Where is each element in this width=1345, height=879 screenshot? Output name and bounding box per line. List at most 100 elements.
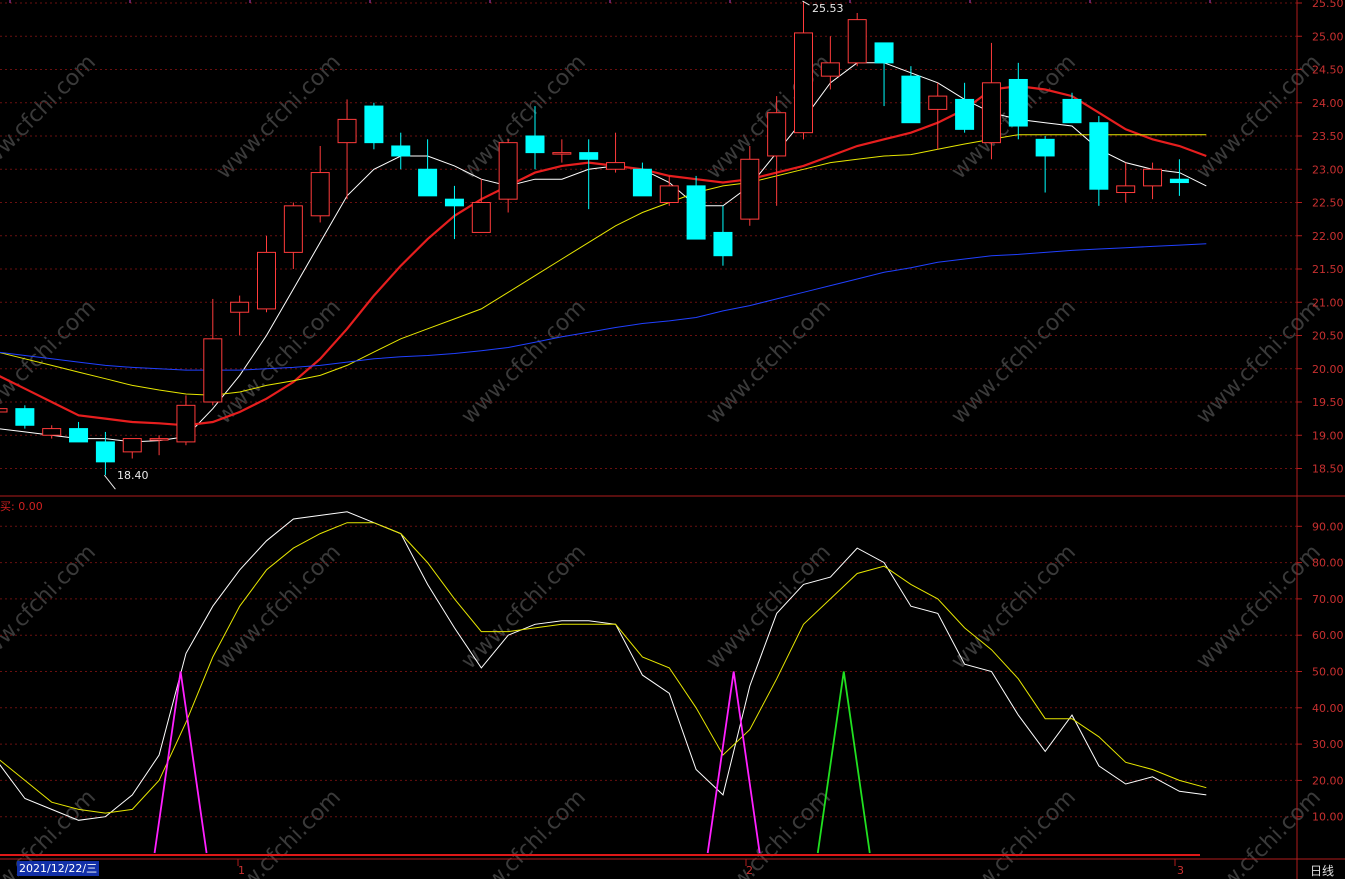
y-tick-label: 22.50 [1312, 197, 1344, 210]
y-tick-label: 19.50 [1312, 396, 1344, 409]
y-tick-label: 23.00 [1312, 163, 1344, 176]
month-label-1: 1 [238, 864, 245, 877]
candle-body [42, 428, 62, 436]
period-label[interactable]: 日线 [1310, 862, 1334, 879]
candle-body [955, 98, 975, 130]
candle-body [176, 404, 196, 443]
candle-body [820, 62, 840, 77]
low-pointer [104, 474, 116, 490]
y-tick-label: 18.50 [1312, 463, 1344, 476]
watermark-text: www.cfchi.com [1192, 50, 1326, 184]
candle-body [686, 185, 706, 240]
candle-body [1089, 122, 1109, 190]
y-tick-label: 80.00 [1312, 557, 1344, 570]
signal-spike [153, 671, 208, 854]
candle-body [767, 112, 787, 157]
candle-body [525, 135, 545, 154]
watermark-text: www.cfchi.com [212, 785, 346, 879]
candle-body [740, 158, 760, 220]
candle-body [713, 231, 733, 257]
watermark-text: www.cfchi.com [702, 295, 836, 429]
watermark-text: www.cfchi.com [457, 540, 591, 674]
ma-line-1 [0, 84, 1207, 427]
candle-body [310, 172, 330, 217]
y-tick-label: 22.00 [1312, 230, 1344, 243]
candle-body [337, 118, 357, 144]
high-annotation: 25.53 [812, 2, 844, 15]
candle-body [1008, 78, 1028, 127]
watermark-text: www.cfchi.com [702, 785, 836, 879]
indicator-line-1 [0, 522, 1207, 814]
candle-body [1035, 138, 1055, 157]
candle-body [632, 168, 652, 197]
candle-layer [0, 1, 1189, 476]
watermark-text: www.cfchi.com [0, 540, 101, 674]
y-tick-label: 21.00 [1312, 296, 1344, 309]
watermark-text: www.cfchi.com [702, 540, 836, 674]
watermark-text: www.cfchi.com [1192, 540, 1326, 674]
candle-body [418, 168, 438, 197]
chart-canvas[interactable]: www.cfchi.com www.cfchi.com www.cfchi.com w… [0, 0, 1345, 879]
candle-body [659, 185, 679, 203]
y-tick-label: 40.00 [1312, 702, 1344, 715]
candle-body [1143, 168, 1163, 187]
candle-body [874, 42, 894, 64]
candle-body [1116, 185, 1136, 194]
month-label-2: 2 [746, 864, 753, 877]
candle-body [981, 82, 1001, 144]
watermark-text: www.cfchi.com [0, 50, 101, 184]
month-markers: 1 2 3 [238, 864, 1184, 877]
y-tick-label: 10.00 [1312, 811, 1344, 824]
candle-body [847, 19, 867, 64]
candle-body [364, 105, 384, 144]
signal-spike [816, 671, 871, 854]
candle-body [95, 441, 115, 463]
chart-svg[interactable]: www.cfchi.com www.cfchi.com www.cfchi.com w… [0, 0, 1345, 879]
y-tick-label: 90.00 [1312, 520, 1344, 533]
y-tick-label: 21.50 [1312, 263, 1344, 276]
month-label-3: 3 [1177, 864, 1184, 877]
y-tick-label: 20.00 [1312, 363, 1344, 376]
watermark-text: www.cfchi.com [947, 295, 1081, 429]
watermark-text: www.cfchi.com [0, 295, 101, 429]
watermark-text: www.cfchi.com [1192, 785, 1326, 879]
watermark-text: www.cfchi.com [947, 540, 1081, 674]
y-tick-label: 19.00 [1312, 429, 1344, 442]
watermark-text: www.cfchi.com [947, 785, 1081, 879]
y-tick-label: 60.00 [1312, 629, 1344, 642]
candle-body [149, 438, 169, 441]
y-tick-label: 20.50 [1312, 330, 1344, 343]
candle-body [122, 438, 142, 453]
y-tick-label: 20.00 [1312, 774, 1344, 787]
y-tick-label: 50.00 [1312, 666, 1344, 679]
y-tick-label: 25.00 [1312, 30, 1344, 43]
y-axis-labels: 25.50 25.00 24.50 24.00 23.50 23.00 22.50 22.00… [1297, 0, 1344, 824]
candle-body [579, 152, 599, 160]
candle-body [794, 32, 813, 134]
candle-body [257, 251, 276, 310]
y-tick-label: 25.50 [1312, 0, 1344, 10]
candle-body [69, 428, 89, 443]
indicator-label: 买: 0.00 [0, 500, 43, 513]
watermark-text: www.cfchi.com [1192, 295, 1326, 429]
y-tick-label: 24.00 [1312, 97, 1344, 110]
signal-spike [706, 671, 761, 854]
candle-body [901, 75, 921, 124]
candle-body [1062, 98, 1082, 124]
watermark-text: www.cfchi.com [457, 295, 591, 429]
frame-layer [0, 0, 1345, 879]
candle-body [230, 301, 250, 313]
y-tick-label: 24.50 [1312, 64, 1344, 77]
y-tick-label: 30.00 [1312, 738, 1344, 751]
y-tick-label: 23.50 [1312, 130, 1344, 143]
candle-body [203, 338, 223, 403]
watermark-text: www.cfchi.com [212, 50, 346, 184]
indicator-line-0 [0, 511, 1207, 821]
candle-body [471, 202, 491, 233]
candle-body [928, 95, 948, 110]
candle-body [606, 162, 626, 170]
y-tick-label: 70.00 [1312, 593, 1344, 606]
candle-body [1169, 178, 1189, 184]
candle-body [498, 142, 518, 200]
watermark-text: www.cfchi.com [457, 785, 591, 879]
